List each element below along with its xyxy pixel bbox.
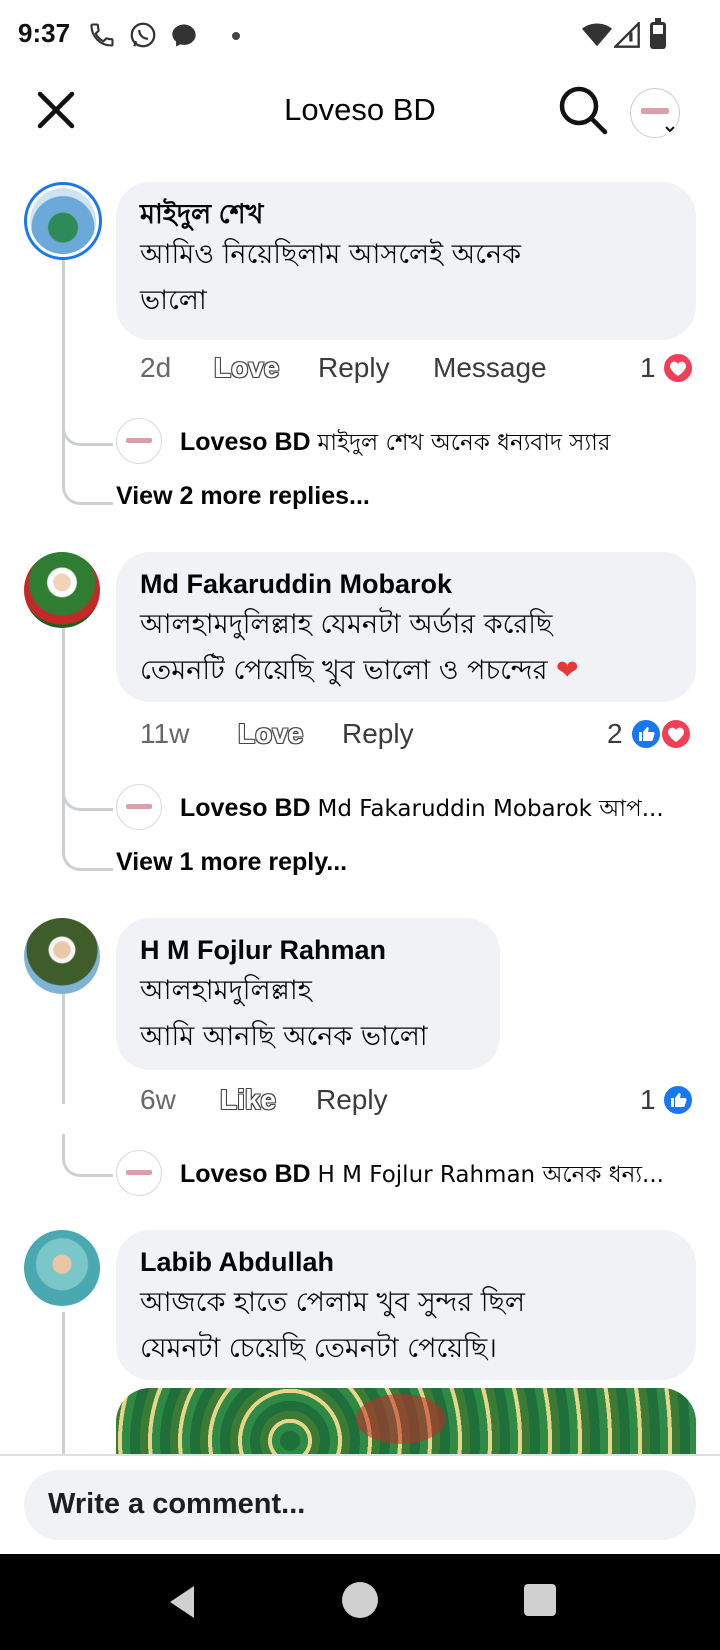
comment-text-line: আজকে হাতে পেলাম খুব সুন্দর ছিল bbox=[140, 1287, 525, 1318]
love-react-button[interactable]: Love bbox=[214, 348, 279, 388]
comment-author[interactable]: H M Fojlur Rahman bbox=[140, 932, 476, 968]
comment-text-line: যেমনটা চেয়েছি তেমনটা পেয়েছি। bbox=[140, 1333, 497, 1364]
reply-author: Loveso BD bbox=[180, 1160, 311, 1188]
like-reaction-icon bbox=[630, 718, 662, 750]
reply-connector bbox=[62, 405, 113, 446]
reply-text: Md Fakaruddin Mobarok আপ... bbox=[317, 796, 664, 822]
love-reaction-icon bbox=[660, 718, 692, 750]
reply-connector bbox=[62, 770, 113, 811]
reply-author: Loveso BD bbox=[180, 428, 311, 456]
reply-connector bbox=[62, 828, 113, 871]
avatar bbox=[30, 188, 96, 254]
notification-dot bbox=[232, 32, 240, 40]
heart-emoji: ❤ bbox=[556, 655, 579, 686]
reaction-count: 1 bbox=[640, 352, 656, 383]
comment-input[interactable]: Write a comment... bbox=[24, 1470, 696, 1540]
signal-icon bbox=[614, 22, 640, 48]
comment-actions: 2d Love Reply Message 1 bbox=[140, 348, 700, 388]
comment-bubble[interactable]: মাইদুল শেখ আমিও নিয়েছিলাম আসলেই অনেক ভা… bbox=[116, 182, 696, 340]
reply-text: H M Fojlur Rahman অনেক ধন্য... bbox=[317, 1162, 664, 1188]
comment-text-line: আমিও নিয়েছিলাম আসলেই অনেক bbox=[140, 239, 522, 270]
reply-button[interactable]: Reply bbox=[316, 1080, 388, 1120]
comment-actions: 6w Like Reply 1 bbox=[140, 1080, 700, 1120]
comment-author[interactable]: মাইদুল শেখ bbox=[140, 196, 672, 232]
page-title: Loveso BD bbox=[284, 92, 436, 127]
reply-connector bbox=[62, 462, 113, 505]
comment-text-line: আলহামদুলিল্লাহ bbox=[140, 975, 312, 1006]
back-nav-icon[interactable] bbox=[164, 1582, 204, 1622]
comment-text: তেমনটি পেয়েছি খুব ভালো ও পচন্দের bbox=[140, 655, 548, 686]
comment-author[interactable]: Labib Abdullah bbox=[140, 1244, 672, 1280]
phone-status-icon bbox=[90, 23, 114, 47]
love-reaction-icon bbox=[662, 352, 694, 384]
home-nav-icon[interactable] bbox=[342, 1582, 378, 1618]
comment-text-line: আমি আনছি অনেক ভালো bbox=[140, 1021, 428, 1052]
avatar[interactable] bbox=[24, 1230, 100, 1306]
comment-text-line: ভালো bbox=[140, 285, 207, 316]
status-bar: 9:37 bbox=[0, 0, 720, 70]
recents-nav-icon[interactable] bbox=[524, 1584, 556, 1616]
system-nav-bar bbox=[0, 1554, 720, 1650]
reaction-count: 2 bbox=[607, 718, 623, 749]
comment-bubble[interactable]: Labib Abdullah আজকে হাতে পেলাম খুব সুন্দ… bbox=[116, 1230, 696, 1380]
battery-icon bbox=[650, 18, 666, 49]
comment-time: 6w bbox=[140, 1084, 176, 1115]
thread-line bbox=[62, 1312, 65, 1454]
reply-preview[interactable]: Loveso BD H M Fojlur Rahman অনেক ধন্য... bbox=[180, 1154, 680, 1195]
comment-text-line: তেমনটি পেয়েছি খুব ভালো ও পচন্দের ❤ bbox=[140, 648, 672, 694]
thread-line bbox=[62, 984, 65, 1104]
reply-text: মাইদুল শেখ অনেক ধন্যবাদ স্যার bbox=[317, 430, 611, 456]
message-button[interactable]: Message bbox=[433, 348, 547, 388]
reply-button[interactable]: Reply bbox=[318, 348, 390, 388]
reply-avatar[interactable] bbox=[116, 784, 162, 830]
reply-avatar[interactable] bbox=[116, 1150, 162, 1196]
reply-avatar[interactable] bbox=[116, 418, 162, 464]
comment-placeholder: Write a comment... bbox=[48, 1488, 306, 1520]
avatar[interactable] bbox=[24, 552, 100, 628]
comment-author[interactable]: Md Fakaruddin Mobarok bbox=[140, 566, 672, 602]
comment-bubble[interactable]: Md Fakaruddin Mobarok আলহামদুলিল্লাহ যেম… bbox=[116, 552, 696, 702]
reply-button[interactable]: Reply bbox=[342, 714, 414, 754]
whatsapp-status-icon bbox=[130, 22, 156, 48]
love-react-button[interactable]: Love bbox=[238, 714, 303, 754]
thread-line bbox=[62, 616, 65, 842]
like-reaction-icon bbox=[662, 1084, 694, 1116]
reply-author: Loveso BD bbox=[180, 794, 311, 822]
reply-preview[interactable]: Loveso BD Md Fakaruddin Mobarok আপ... bbox=[180, 788, 680, 829]
reply-preview[interactable]: Loveso BD মাইদুল শেখ অনেক ধন্যবাদ স্যার bbox=[180, 422, 680, 463]
status-time: 9:37 bbox=[18, 18, 71, 48]
thread-line bbox=[62, 252, 65, 476]
avatar-ring[interactable] bbox=[24, 182, 102, 260]
reply-connector bbox=[62, 1134, 113, 1177]
comment-photo[interactable] bbox=[116, 1388, 696, 1454]
view-more-replies[interactable]: View 2 more replies... bbox=[116, 482, 370, 511]
comment-bubble[interactable]: H M Fojlur Rahman আলহামদুলিল্লাহ আমি আনছ… bbox=[116, 918, 500, 1070]
comment-text-line: আলহামদুলিল্লাহ যেমনটা অর্ডার করেছি bbox=[140, 609, 553, 640]
messenger-status-icon bbox=[172, 24, 196, 47]
comment-actions: 11w Love Reply 2 bbox=[140, 714, 700, 754]
wifi-icon bbox=[582, 23, 612, 47]
comment-time: 11w bbox=[140, 718, 190, 749]
reaction-count: 1 bbox=[640, 1084, 656, 1115]
composer-divider bbox=[0, 1454, 720, 1456]
comment-time: 2d bbox=[140, 352, 172, 383]
like-react-button[interactable]: Like bbox=[220, 1080, 276, 1120]
view-more-replies[interactable]: View 1 more reply... bbox=[116, 848, 347, 877]
avatar[interactable] bbox=[24, 918, 100, 994]
